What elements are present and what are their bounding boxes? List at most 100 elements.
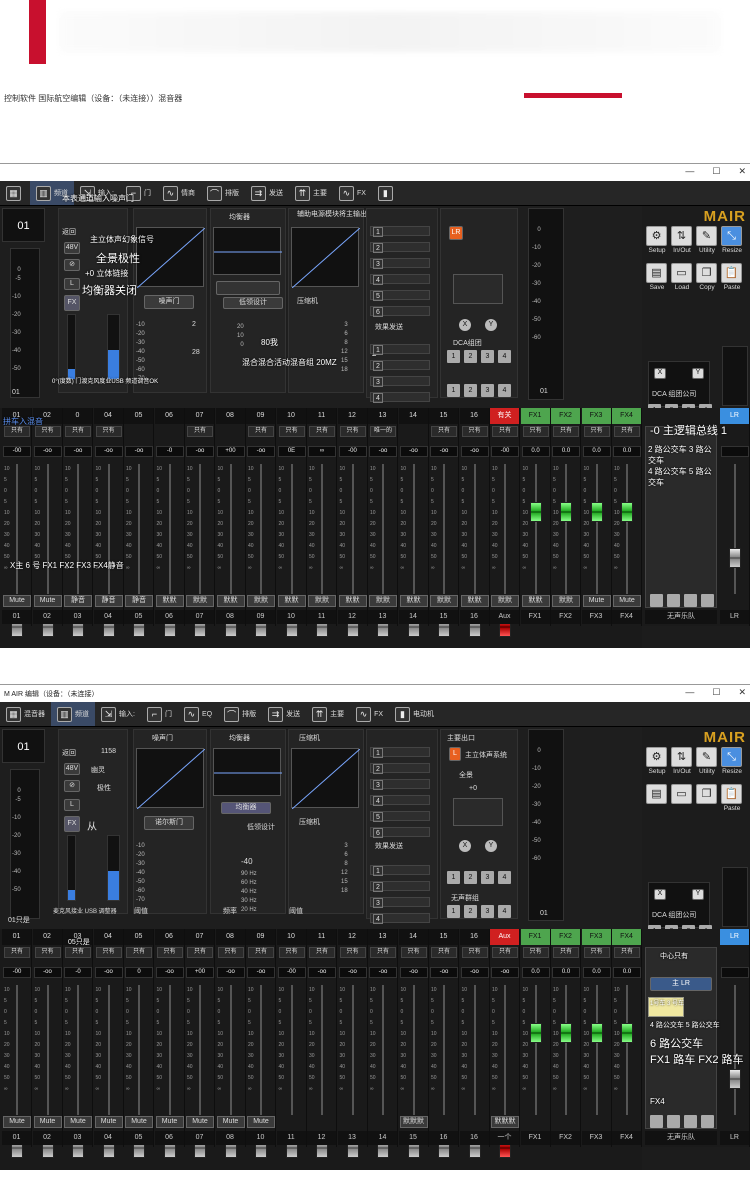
toolbar-tab-compressor[interactable]: ⌒ 排版 (218, 702, 262, 726)
mute-button[interactable]: 默默 (399, 595, 428, 607)
toolbar-tab-fx[interactable]: ∿ FX (350, 702, 389, 726)
mute-button[interactable]: 默默 (460, 595, 489, 607)
toolbar-tab-main[interactable]: ⇈ 主要 (306, 702, 350, 726)
channel-number[interactable]: 05 (124, 929, 153, 945)
solo-button[interactable]: 只有 (248, 947, 274, 958)
mute-group-button-4[interactable]: 4 (498, 905, 511, 918)
channel-number[interactable]: 15 (429, 929, 458, 945)
fx-send-row[interactable]: 4 (370, 913, 430, 924)
mute-group-button[interactable] (684, 594, 697, 607)
solo-button[interactable]: 只有 (370, 947, 396, 958)
lr-fader-knob[interactable] (729, 1069, 741, 1089)
main-lr-button[interactable]: 主 LR (650, 977, 712, 991)
channel-number[interactable]: 08 (215, 929, 245, 945)
pan-control[interactable] (453, 798, 503, 826)
y-button[interactable]: Y (485, 840, 497, 852)
fx-send-row[interactable]: 4 (370, 392, 430, 403)
solo-button[interactable]: 只有 (34, 947, 61, 958)
mute-group-button[interactable] (667, 1115, 680, 1128)
channel-number[interactable]: 01 (2, 929, 31, 945)
channel-number[interactable]: 10 (276, 408, 306, 424)
x-button[interactable]: X (459, 319, 471, 331)
solo-button[interactable]: 唯一的 (370, 426, 396, 437)
copy-icon[interactable]: ❐ (696, 263, 717, 283)
fx-send-row[interactable]: 3 (370, 897, 430, 908)
mute-button[interactable]: 静音 (125, 595, 153, 607)
toolbar-tab-mixer-grid[interactable]: ▦ (0, 181, 30, 205)
dca-button-1[interactable]: 1 (447, 350, 460, 363)
minimize-icon[interactable]: — (685, 166, 694, 177)
channel-number[interactable]: Aux (490, 929, 519, 945)
solo-button[interactable]: 只有 (583, 947, 610, 958)
channel-number[interactable]: 07 (185, 408, 214, 424)
mute-group-button-4[interactable]: 4 (498, 384, 511, 397)
send-row[interactable]: 1 (370, 747, 430, 758)
maximize-icon[interactable]: ☐ (712, 166, 720, 177)
mute-button[interactable]: 默默 (369, 595, 397, 607)
solo-button[interactable]: 只有 (339, 947, 366, 958)
save-icon[interactable]: ▤ (646, 263, 667, 283)
channel-number[interactable]: 15 (429, 408, 458, 424)
channel-number[interactable]: FX1 (520, 408, 550, 424)
mute-button[interactable]: Mute (613, 595, 641, 607)
mute-group-button-2[interactable]: 2 (464, 384, 477, 397)
channel-number[interactable]: FX4 (612, 408, 641, 424)
solo-button[interactable]: 只有 (4, 947, 30, 958)
paste-icon[interactable]: 📋 (721, 784, 742, 804)
channel-number[interactable]: FX3 (581, 929, 611, 945)
toolbar-tab-compressor[interactable]: ⌒ 排版 (201, 181, 245, 205)
channel-number[interactable]: 04 (93, 929, 123, 945)
mute-button[interactable]: Mute (64, 1116, 92, 1128)
mute-button[interactable]: 静音 (94, 595, 123, 607)
toolbar-tab-meters[interactable]: ▮ (372, 181, 402, 205)
fader-knob[interactable] (529, 1022, 542, 1043)
fader-knob[interactable] (621, 1022, 633, 1043)
solo-button[interactable]: 只有 (217, 947, 244, 958)
mute-button[interactable]: Mute (216, 1116, 245, 1128)
channel-number[interactable]: 12 (337, 929, 367, 945)
eq-toggle[interactable] (216, 281, 280, 295)
solo-button[interactable]: 只有 (339, 426, 366, 437)
solo-button[interactable]: 只有 (309, 947, 335, 958)
solo-button[interactable]: 只有 (187, 426, 213, 437)
toolbar-tab-eq[interactable]: ∿ EQ (178, 702, 218, 726)
solo-button[interactable]: 只有 (400, 947, 427, 958)
close-icon[interactable]: ✕ (738, 166, 746, 177)
fader-knob[interactable] (529, 501, 542, 522)
toolbar-tab-sends[interactable]: ⇉ 发送 (245, 181, 289, 205)
mute-button[interactable]: 默默 (338, 595, 367, 607)
mute-button[interactable]: Mute (94, 1116, 123, 1128)
solo-button[interactable]: 只有 (278, 426, 305, 437)
paste-icon[interactable]: 📋 (721, 263, 742, 283)
copy-icon[interactable]: ❐ (696, 784, 717, 804)
mute-button[interactable]: Mute (33, 595, 62, 607)
send-row[interactable]: 3 (370, 258, 430, 269)
mute-button[interactable]: Mute (155, 1116, 184, 1128)
y-button[interactable]: Y (485, 319, 497, 331)
gear-icon[interactable]: ⚙ (646, 226, 667, 246)
mute-group-button[interactable] (667, 594, 680, 607)
channel-number[interactable]: 08 (215, 408, 245, 424)
toolbar-tab-input[interactable]: ⇲ 输入: (95, 702, 141, 726)
mute-group-button[interactable] (650, 594, 663, 607)
solo-button[interactable]: 只有 (461, 426, 488, 437)
send-row[interactable]: 3 (370, 779, 430, 790)
mute-button[interactable]: Mute (186, 1116, 214, 1128)
folder-icon[interactable]: ▭ (671, 784, 692, 804)
phantom-48v-button[interactable]: 48V (64, 242, 80, 254)
fx-send-row[interactable]: 2 (370, 360, 430, 371)
mute-button[interactable]: 静音 (64, 595, 92, 607)
mute-button[interactable]: Mute (582, 595, 611, 607)
channel-number[interactable]: 12 (337, 408, 367, 424)
phase-button[interactable]: ⊘ (64, 259, 80, 271)
dca-button-3[interactable]: 3 (481, 350, 494, 363)
dca-x-button[interactable]: X (654, 889, 666, 900)
channel-number[interactable]: 16 (459, 929, 489, 945)
fx-button[interactable]: FX (64, 816, 80, 832)
mute-button[interactable]: 默默 (186, 595, 214, 607)
dca-button-4[interactable]: 4 (498, 871, 511, 884)
close-icon[interactable]: ✕ (738, 687, 746, 698)
solo-button[interactable]: 只有 (156, 947, 183, 958)
solo-button[interactable]: 只有 (431, 947, 457, 958)
mute-button[interactable]: Mute (33, 1116, 62, 1128)
